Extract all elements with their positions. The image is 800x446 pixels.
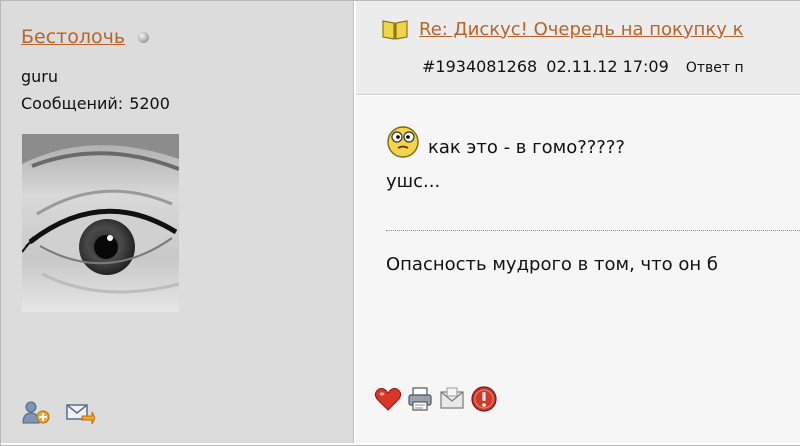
mail-icon[interactable] <box>438 385 466 413</box>
avatar <box>22 134 179 312</box>
post-header: Re: Дискус! Очередь на покупку к #193408… <box>356 1 800 95</box>
author-name-link[interactable]: Бестолочь <box>21 26 125 48</box>
author-name-row: Бестолочь <box>21 26 150 48</box>
post-title-row: Re: Дискус! Очередь на покупку к <box>381 17 743 41</box>
post-id[interactable]: #1934081268 <box>422 57 537 76</box>
author-post-count: Сообщений: 5200 <box>21 94 170 113</box>
like-heart-icon[interactable] <box>374 385 402 413</box>
post-text-line-2: ушс... <box>386 171 441 192</box>
post-count-label: Сообщений: <box>21 94 124 113</box>
offline-dot-icon <box>138 31 150 43</box>
post-title-link[interactable]: Re: Дискус! Очередь на покупку к <box>419 19 743 40</box>
author-panel: Бестолочь guru Сообщений: 5200 <box>1 1 354 443</box>
post-text-line-1-text: как это - в гомо????? <box>428 137 625 158</box>
report-icon[interactable] <box>470 385 498 413</box>
post-body: как это - в гомо????? ушс... Опасность м… <box>356 96 800 443</box>
post-actions <box>374 385 498 413</box>
signature-text: Опасность мудрого в том, что он б <box>386 254 718 275</box>
avatar-image <box>22 134 179 312</box>
post-text-line-1: как это - в гомо????? <box>386 124 625 158</box>
post-count-value: 5200 <box>129 94 170 113</box>
author-actions <box>21 399 95 427</box>
surprised-smiley-icon <box>387 126 419 158</box>
post-date: 02.11.12 17:09 <box>546 57 669 76</box>
send-message-icon[interactable] <box>65 399 95 427</box>
add-friend-icon[interactable] <box>21 399 51 427</box>
book-icon <box>382 20 408 40</box>
print-icon[interactable] <box>406 385 434 413</box>
signature-divider <box>386 230 800 231</box>
post-meta: #1934081268 02.11.12 17:09 Ответ п <box>422 57 744 76</box>
reply-link[interactable]: Ответ п <box>686 60 744 76</box>
author-rank: guru <box>21 67 59 86</box>
